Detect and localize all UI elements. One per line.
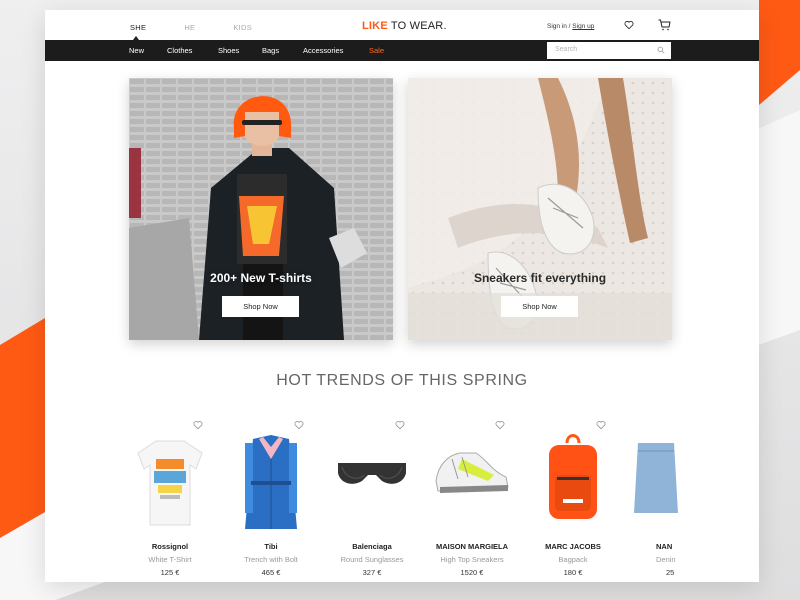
product-description: White T-Shirt [148,555,192,564]
product-card[interactable]: MAISON MARGIELA High Top Sneakers 1520 € [432,415,532,582]
cart-icon[interactable] [658,19,671,31]
top-header: SHE HE KIDS LIKE TO WEAR. Sign in / Sign… [45,10,759,40]
product-image [634,443,678,513]
logo-brand: LIKE [362,20,388,32]
product-image [137,440,203,526]
product-description: High Top Sneakers [440,555,504,564]
tab-kids[interactable]: KIDS [233,23,252,32]
product-description: Bagpack [558,555,588,564]
shop-now-button[interactable]: Shop Now [501,296,578,317]
product-price: 465 € [261,568,281,577]
nav-accessories[interactable]: Accessories [303,46,343,55]
tab-she[interactable]: SHE [130,23,146,40]
product-image [435,452,509,493]
product-card[interactable]: MARC JACOBS Bagpack 180 € [533,415,633,582]
product-price: 125 € [160,568,180,577]
nav-shoes[interactable]: Shoes [218,46,239,55]
search-input[interactable]: Search [547,42,671,59]
product-brand: MARC JACOBS [545,542,601,551]
search-placeholder: Search [555,46,578,53]
banner-tshirts[interactable]: 200+ New T-shirts Shop Now [129,78,393,340]
product-card[interactable]: Tibi Trench with Bolt 465 € [231,415,331,582]
nav-bags[interactable]: Bags [262,46,279,55]
tab-he[interactable]: HE [184,23,195,32]
product-brand: Rossignol [151,542,189,551]
product-price: 25 [666,568,675,577]
nav-new[interactable]: New [129,46,144,55]
banner-sneakers-title: Sneakers fit everything [473,271,607,285]
nav-clothes[interactable]: Clothes [167,46,192,55]
shop-now-button[interactable]: Shop Now [222,296,299,317]
sign-in-link[interactable]: Sign in [547,23,567,30]
sign-up-link[interactable]: Sign up [572,23,594,30]
wishlist-heart-icon[interactable] [624,20,634,30]
gender-tabs: SHE HE KIDS [130,23,290,40]
nav-sale[interactable]: Sale [369,46,384,55]
logo-rest: TO WEAR. [387,20,447,32]
product-description: Trench with Bolt [244,555,298,564]
auth-links: Sign in / Sign up [547,23,594,30]
product-price: 1520 € [460,568,484,577]
logo[interactable]: LIKE TO WEAR. [362,20,447,32]
shop-page: SHE HE KIDS LIKE TO WEAR. Sign in / Sign… [45,10,759,582]
section-title: HOT TRENDS OF THIS SPRING [276,372,528,389]
product-description: Round Sunglasses [340,555,404,564]
product-brand: Balenciaga [352,542,392,551]
product-image [338,463,406,484]
product-price: 327 € [362,568,382,577]
product-brand: NAN [656,542,673,551]
main-nav: New Clothes Shoes Bags Accessories Sale … [45,40,759,61]
banner-sneakers[interactable]: Sneakers fit everything Shop Now [408,78,672,340]
product-card[interactable]: NAN Denin 25 [634,415,734,582]
banner-tshirts-title: 200+ New T-shirts [210,271,312,285]
product-brand: Tibi [264,542,278,551]
search-icon[interactable] [657,46,665,54]
product-brand: MAISON MARGIELA [435,542,509,551]
product-description: Denin [656,555,676,564]
product-image [549,434,597,519]
product-card[interactable]: Rossignol White T-Shirt 125 € [130,415,230,582]
product-price: 180 € [563,568,583,577]
product-image [245,435,297,529]
product-card[interactable]: Balenciaga Round Sunglasses 327 € [332,415,432,582]
